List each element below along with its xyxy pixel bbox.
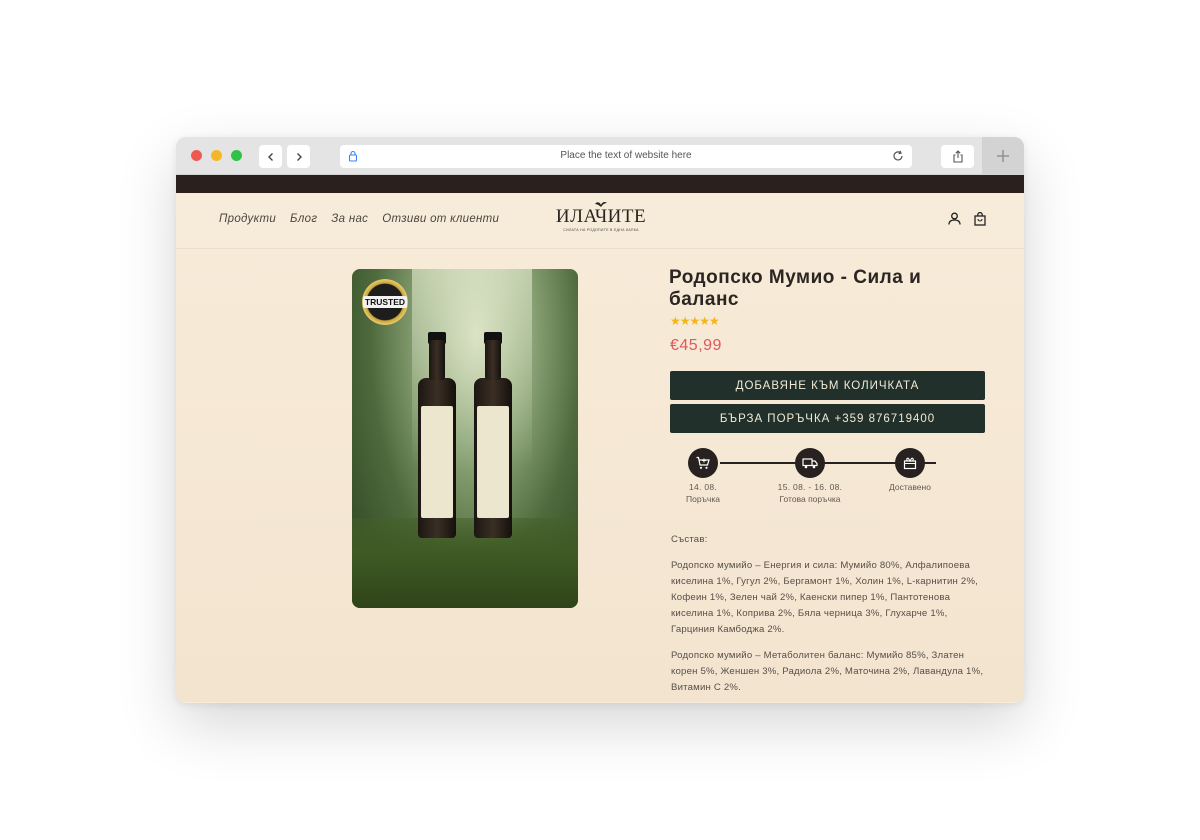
timeline-step-order: 14. 08. Поръчка [653, 448, 753, 504]
quick-order-button[interactable]: БЪРЗА ПОРЪЧКА +359 876719400 [670, 404, 985, 433]
share-button[interactable] [941, 145, 974, 168]
forward-button[interactable] [287, 145, 310, 168]
logo-title: ИЛАЧИТЕ [555, 206, 647, 227]
description-paragraph: Родопско мумийо – Енергия и сила: Мумийо… [671, 560, 979, 635]
nav-item-products[interactable]: Продукти [219, 213, 276, 225]
timeline-label: Доставено [889, 482, 931, 492]
trusted-badge: TRUSTED [362, 279, 408, 325]
nav-item-reviews[interactable]: Отзиви от клиенти [382, 213, 499, 225]
chevron-right-icon [296, 152, 302, 161]
user-icon[interactable] [948, 212, 961, 225]
logo-tagline: СИЛАТА НА РОДОПИТЕ В ЕДНА КАПКА [563, 228, 639, 232]
site-header: Продукти Блог За нас Отзиви от клиенти И… [176, 193, 1024, 249]
minimize-window-button[interactable] [211, 150, 222, 161]
timeline-label: Готова поръчка [779, 494, 841, 504]
browser-toolbar: Place the text of website here [176, 137, 1024, 175]
product-description: Състав: Родопско мумийо – Енергия и сила… [671, 532, 986, 703]
timeline-label: Поръчка [686, 494, 720, 504]
bottle-image [474, 332, 512, 538]
share-icon [952, 150, 963, 163]
delivery-timeline: 14. 08. Поръчка 15. 08. - 16. 08. Готова… [686, 448, 978, 518]
product-image[interactable]: TRUSTED [352, 269, 578, 608]
product-page: TRUSTED Родопско Мумио - Сила и баланс ★… [176, 249, 1024, 702]
description-paragraph: Родопско мумийо – Метаболитен баланс: Му… [671, 650, 984, 693]
site-logo[interactable]: ИЛАЧИТЕ СИЛАТА НА РОДОПИТЕ В ЕДНА КАПКА [546, 199, 656, 232]
browser-window: Place the text of website here Продукти … [176, 137, 1024, 703]
close-window-button[interactable] [191, 150, 202, 161]
plus-icon [997, 150, 1009, 162]
rating-stars: ★★★★★ [670, 314, 720, 328]
new-tab-button[interactable] [982, 137, 1024, 175]
timeline-step-ready: 15. 08. - 16. 08. Готова поръчка [760, 448, 860, 504]
cart-icon [696, 456, 710, 469]
product-price: €45,99 [670, 337, 722, 354]
truck-icon [802, 458, 818, 469]
nav-item-blog[interactable]: Блог [290, 213, 317, 225]
add-to-cart-button[interactable]: ДОБАВЯНЕ КЪМ КОЛИЧКАТА [670, 371, 985, 400]
maximize-window-button[interactable] [231, 150, 242, 161]
back-button[interactable] [259, 145, 282, 168]
trusted-badge-text: TRUSTED [362, 296, 408, 308]
url-text: Place the text of website here [560, 150, 692, 161]
nav-item-about[interactable]: За нас [331, 213, 368, 225]
timeline-date: 15. 08. - 16. 08. [777, 482, 843, 492]
timeline-date: 14. 08. [688, 482, 718, 492]
gift-icon [903, 457, 917, 470]
shopping-bag-icon[interactable] [974, 212, 986, 226]
header-actions [948, 212, 986, 226]
address-bar[interactable]: Place the text of website here [340, 145, 912, 168]
product-title: Родопско Мумио - Сила и баланс [669, 267, 922, 310]
announcement-bar [176, 175, 1024, 193]
description-heading: Състав: [671, 534, 708, 545]
bottle-image [418, 332, 456, 538]
main-nav: Продукти Блог За нас Отзиви от клиенти [219, 213, 499, 225]
timeline-step-delivered: Доставено [860, 448, 960, 492]
reload-icon[interactable] [891, 149, 905, 163]
chevron-left-icon [267, 152, 273, 161]
